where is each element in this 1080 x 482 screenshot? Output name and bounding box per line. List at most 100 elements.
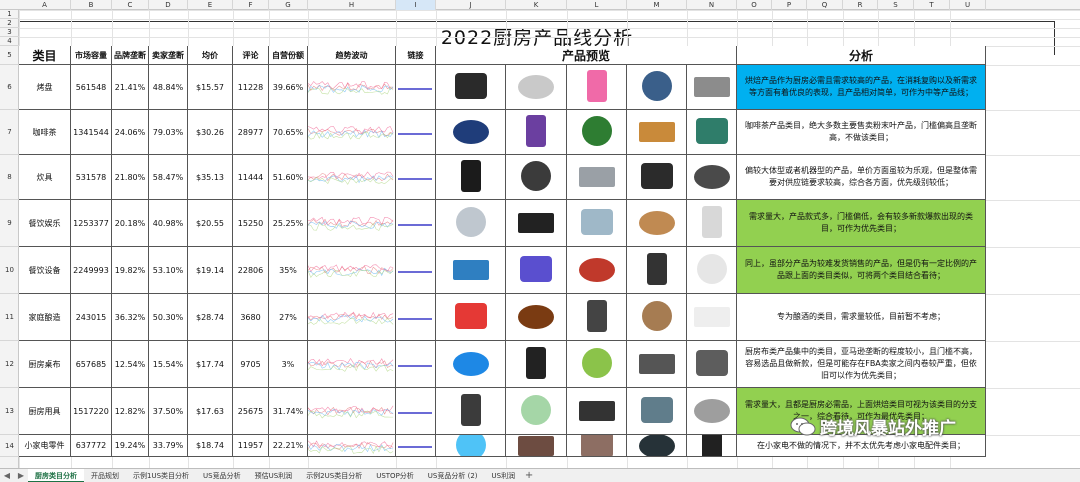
category-cell[interactable]: 家庭酿造 [19,294,71,341]
product-image-cell[interactable] [687,388,737,435]
row-header-1[interactable]: 1 [0,10,19,19]
product-thumbnail[interactable] [635,344,679,384]
product-thumbnail[interactable] [690,250,734,290]
sheet-tab[interactable]: US利润 [485,469,523,482]
product-thumbnail[interactable] [514,391,558,431]
seller-cell[interactable]: 79.03% [149,110,188,155]
sheet-tab[interactable]: US竞品分析 [196,469,248,482]
product-image-cell[interactable] [567,65,627,110]
link-cell[interactable] [396,341,436,388]
sheet-tab[interactable]: 厨房类目分析 [28,468,84,482]
product-image-cell[interactable] [687,294,737,341]
product-thumbnail[interactable] [514,344,558,384]
header-trend[interactable]: 趋势波动 [308,46,396,65]
product-thumbnail[interactable] [575,67,619,107]
price-cell[interactable]: $30.26 [188,110,233,155]
brand-cell[interactable]: 19.82% [112,247,149,294]
product-image-cell[interactable] [506,65,567,110]
own-share-cell[interactable]: 35% [269,247,308,294]
analysis-cell[interactable]: 烘焙产品作为厨房必需且需求较高的产品，在消耗复购以及新需求等方面有着优良的表现，… [737,65,986,110]
price-cell[interactable]: $20.55 [188,200,233,247]
product-image-cell[interactable] [627,341,687,388]
market-cell[interactable]: 1517220 [71,388,112,435]
brand-cell[interactable]: 24.06% [112,110,149,155]
product-thumbnail[interactable] [514,250,558,290]
reviews-cell[interactable]: 11228 [233,65,269,110]
own-share-cell[interactable]: 22.21% [269,435,308,457]
column-header-r[interactable]: R [843,0,878,10]
market-cell[interactable]: 1341544 [71,110,112,155]
column-header-u[interactable]: U [950,0,986,10]
seller-cell[interactable]: 50.30% [149,294,188,341]
link-indicator[interactable] [398,365,432,367]
product-thumbnail[interactable] [575,203,619,243]
sheet-tab[interactable]: US竞品分析 (2) [421,469,485,482]
product-image-cell[interactable] [627,65,687,110]
row-header-11[interactable]: 11 [0,294,19,341]
market-cell[interactable]: 637772 [71,435,112,457]
product-thumbnail[interactable] [690,344,734,384]
row-header-4[interactable]: 4 [0,37,19,46]
reviews-cell[interactable]: 3680 [233,294,269,341]
sheet-tab[interactable]: 预估US利润 [248,469,300,482]
trend-cell[interactable] [308,155,396,200]
product-thumbnail[interactable] [575,344,619,384]
header-link[interactable]: 链接 [396,46,436,65]
market-cell[interactable]: 243015 [71,294,112,341]
brand-cell[interactable]: 20.18% [112,200,149,247]
product-image-cell[interactable] [436,110,506,155]
product-thumbnail[interactable] [449,344,493,384]
product-image-cell[interactable] [687,247,737,294]
column-header-g[interactable]: G [269,0,308,10]
product-thumbnail[interactable] [575,112,619,152]
product-image-cell[interactable] [687,110,737,155]
product-thumbnail[interactable] [514,297,558,337]
spreadsheet-grid[interactable]: 2022厨房产品线分析 类目 市场容量 品牌垄断 卖家垄断 均价 评论 自营份额 趋势波动 链接… [19,10,1080,468]
trend-cell[interactable] [308,200,396,247]
column-header-o[interactable]: O [737,0,772,10]
product-image-cell[interactable] [506,341,567,388]
analysis-cell[interactable]: 专为酿酒的类目，需求量较低，目前暂不考虑； [737,294,986,341]
reviews-cell[interactable]: 25675 [233,388,269,435]
price-cell[interactable]: $17.74 [188,341,233,388]
own-share-cell[interactable]: 25.25% [269,200,308,247]
reviews-cell[interactable]: 11444 [233,155,269,200]
own-share-cell[interactable]: 3% [269,341,308,388]
link-cell[interactable] [396,294,436,341]
row-header-10[interactable]: 10 [0,247,19,294]
trend-cell[interactable] [308,65,396,110]
product-thumbnail[interactable] [635,250,679,290]
column-header-b[interactable]: B [71,0,112,10]
column-header-k[interactable]: K [506,0,567,10]
product-image-cell[interactable] [627,435,687,457]
product-thumbnail[interactable] [449,250,493,290]
product-image-cell[interactable] [627,247,687,294]
tab-next-icon[interactable]: ▶ [14,469,28,482]
product-image-cell[interactable] [627,388,687,435]
sheet-tab[interactable]: USTOP分析 [369,469,421,482]
analysis-cell[interactable]: 厨房布类产品集中的类目，亚马逊垄断的程度较小，且门槛不高，容易选品且做新款，但是… [737,341,986,388]
product-image-cell[interactable] [567,435,627,457]
product-image-cell[interactable] [506,110,567,155]
product-image-cell[interactable] [627,294,687,341]
category-cell[interactable]: 炊具 [19,155,71,200]
column-header-n[interactable]: N [687,0,737,10]
sheet-tab[interactable]: 示例1US类目分析 [126,469,196,482]
product-image-cell[interactable] [567,388,627,435]
header-own-share[interactable]: 自营份额 [269,46,308,65]
product-thumbnail[interactable] [575,297,619,337]
column-header-l[interactable]: L [567,0,627,10]
product-thumbnail[interactable] [514,435,558,456]
product-thumbnail[interactable] [514,112,558,152]
product-thumbnail[interactable] [449,67,493,107]
link-cell[interactable] [396,388,436,435]
product-thumbnail[interactable] [575,157,619,197]
product-thumbnail[interactable] [690,67,734,107]
price-cell[interactable]: $35.13 [188,155,233,200]
link-indicator[interactable] [398,271,432,273]
link-indicator[interactable] [398,224,432,226]
market-cell[interactable]: 2249993 [71,247,112,294]
row-header-8[interactable]: 8 [0,155,19,200]
link-cell[interactable] [396,155,436,200]
product-image-cell[interactable] [567,294,627,341]
